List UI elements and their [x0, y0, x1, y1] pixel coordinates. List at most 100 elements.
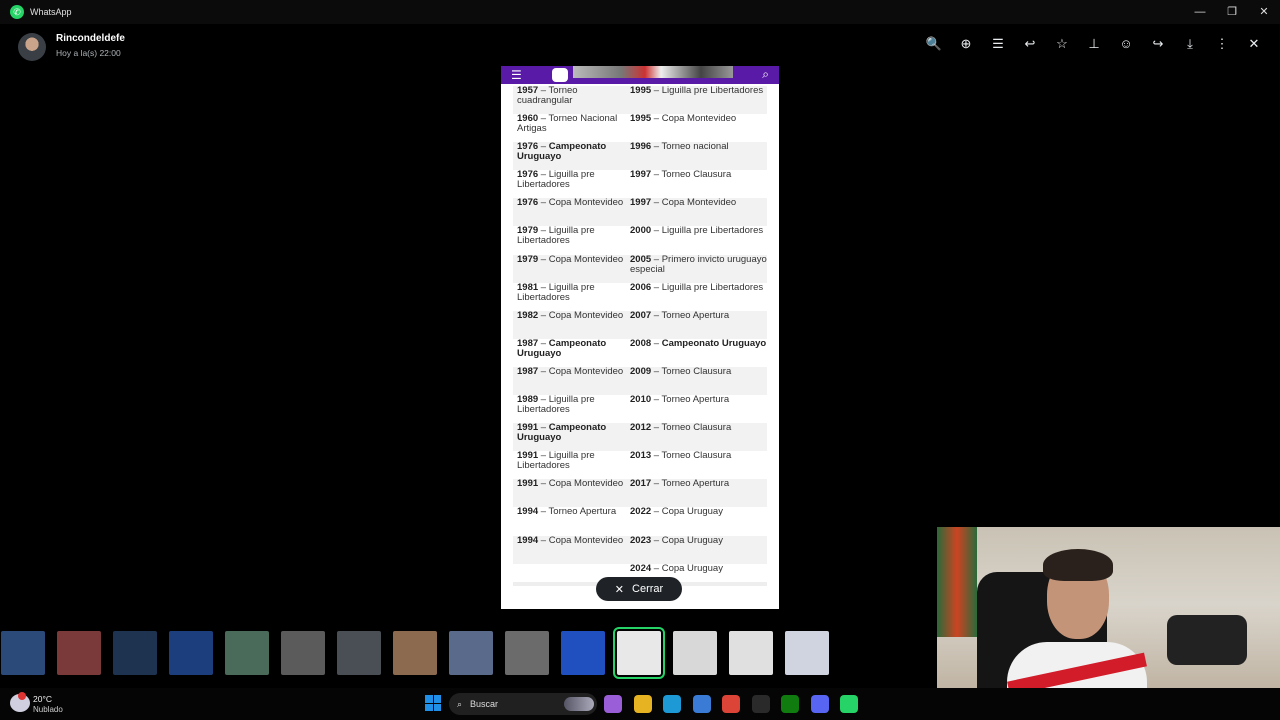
edge-icon[interactable] — [663, 695, 681, 713]
title-year: 1982 — [517, 309, 539, 321]
media-thumbnail[interactable] — [225, 631, 269, 675]
title-name: Copa Uruguay — [661, 506, 723, 518]
right-title-cell: 1995 – Copa Montevideo — [626, 114, 767, 142]
table-row: 1957 – Torneo cuadrangular 1995 – Liguill… — [513, 85, 767, 115]
zoom-in-icon[interactable]: ⊕ — [950, 36, 982, 52]
title-year: 2007 — [630, 309, 652, 321]
dash-separator: – — [538, 365, 549, 377]
title-name: Liguilla pre Libertadores — [661, 225, 764, 237]
file-explorer-icon[interactable] — [633, 695, 652, 713]
right-title-cell: 2012 – Torneo Clausura — [626, 423, 767, 451]
table-row: 1991 – Copa Montevideo 2017 – Torneo Aper… — [513, 478, 767, 508]
weather-temp[interactable]: 20°C — [33, 694, 52, 704]
weather-condition[interactable]: Nublado — [33, 705, 63, 714]
media-thumbnail[interactable] — [113, 631, 157, 675]
title-year: 2012 — [630, 422, 652, 434]
dash-separator: – — [651, 450, 662, 462]
media-thumbnail[interactable] — [393, 631, 437, 675]
table-row: 1991 – Campeonato Uruguayo 2012 – Torneo … — [513, 423, 767, 452]
table-row: 1994 – Copa Montevideo 2023 – Copa Urugua… — [513, 534, 767, 564]
media-viewer-header: Rincondeldefe Hoy a la(s) 22:00 🔍 ⊕ ☰ ↩ ☆ ⊥ ☺ ↪… — [0, 24, 1280, 68]
title-name: Copa Montevideo — [548, 365, 624, 377]
media-thumbnail[interactable] — [613, 627, 665, 679]
pin-icon[interactable]: ⊥ — [1078, 36, 1110, 52]
whatsapp-icon[interactable] — [840, 695, 858, 713]
taskbar-search[interactable]: ⌕ Buscar — [449, 693, 597, 715]
right-title-cell: 2006 – Liguilla pre Libertadores — [626, 282, 767, 311]
xbox-icon[interactable] — [781, 695, 799, 713]
left-title-cell: 1989 – Liguilla pre Libertadores — [513, 395, 626, 423]
dash-separator: – — [538, 197, 549, 209]
store-icon[interactable] — [692, 695, 711, 713]
right-title-cell: 2000 – Liguilla pre Libertadores — [626, 226, 767, 254]
media-thumbnail[interactable] — [729, 631, 773, 675]
media-thumbnail[interactable] — [561, 631, 605, 675]
table-row: 1987 – Campeonato Uruguayo 2008 – Campeon… — [513, 338, 767, 367]
dash-separator: – — [538, 534, 549, 546]
weather-alert-badge — [18, 692, 26, 700]
media-thumbnail[interactable] — [449, 631, 493, 675]
title-year: 2017 — [630, 478, 652, 490]
hamburger-menu-icon: ☰ — [511, 68, 522, 82]
dash-separator: – — [651, 113, 662, 125]
title-name: Torneo Apertura — [661, 394, 730, 406]
media-thumbnail[interactable] — [505, 631, 549, 675]
close-icon: ✕ — [614, 583, 625, 596]
dash-separator: – — [651, 422, 662, 434]
title-year: 1994 — [517, 506, 539, 518]
right-title-cell: 2010 – Torneo Apertura — [626, 395, 767, 423]
text-icon[interactable]: ☰ — [982, 36, 1014, 52]
media-thumbnail[interactable] — [785, 631, 829, 675]
title-name: Copa Montevideo — [661, 113, 737, 125]
more-icon[interactable]: ⋮ — [1206, 36, 1238, 52]
minimize-button[interactable]: — — [1184, 0, 1216, 24]
restore-button[interactable]: ❐ — [1216, 0, 1248, 24]
media-thumbnail[interactable] — [169, 631, 213, 675]
download-icon[interactable]: ⤓ — [1174, 36, 1206, 52]
title-name: Torneo Clausura — [661, 450, 732, 462]
avatar[interactable] — [18, 33, 46, 61]
discord-icon[interactable] — [810, 695, 829, 713]
title-name: Copa Montevideo — [548, 478, 624, 490]
left-title-cell: 1957 – Torneo cuadrangular — [513, 86, 626, 114]
table-row: 1994 – Torneo Apertura 2022 – Copa Urugua… — [513, 507, 767, 535]
dash-separator: – — [651, 197, 662, 209]
title-name: Torneo Clausura — [661, 169, 732, 181]
table-row: 1979 – Liguilla pre Libertadores 2000 – L… — [513, 226, 767, 254]
right-title-cell: 1996 – Torneo nacional — [626, 142, 767, 170]
dash-separator: – — [651, 534, 662, 546]
wall-flag — [937, 527, 977, 637]
sender-name: Rincondeldefe — [56, 33, 125, 44]
zoom-out-icon[interactable]: 🔍 — [918, 36, 950, 52]
right-title-cell: 2009 – Torneo Clausura — [626, 365, 767, 395]
dash-separator: – — [651, 169, 662, 181]
right-title-cell: 2023 – Copa Uruguay — [626, 534, 767, 564]
emoji-icon[interactable]: ☺ — [1110, 36, 1142, 52]
left-title-cell: 1979 – Copa Montevideo — [513, 253, 626, 283]
star-icon[interactable]: ☆ — [1046, 36, 1078, 52]
media-thumbnail[interactable] — [281, 631, 325, 675]
media-thumbnail[interactable] — [337, 631, 381, 675]
media-thumbnail[interactable] — [673, 631, 717, 675]
title-year: 2013 — [630, 450, 652, 462]
dash-separator: – — [651, 85, 662, 96]
title-year: 2000 — [630, 225, 652, 237]
title-name: Copa Montevideo — [548, 253, 624, 265]
media-thumbnail[interactable] — [57, 631, 101, 675]
dash-separator: – — [651, 365, 662, 377]
title-year: 1979 — [517, 253, 539, 265]
steam-icon[interactable] — [751, 695, 770, 713]
titles-table: 1957 – Torneo cuadrangular 1995 – Liguill… — [513, 86, 767, 592]
taskbar-search-label: Buscar — [470, 699, 499, 709]
table-row: 1981 – Liguilla pre Libertadores 2006 – L… — [513, 282, 767, 311]
close-viewer-button[interactable]: ✕ Cerrar — [596, 577, 682, 601]
reply-icon[interactable]: ↩ — [1014, 36, 1046, 52]
window-close-button[interactable]: ✕ — [1248, 0, 1280, 24]
chrome-icon[interactable] — [722, 695, 740, 713]
forward-icon[interactable]: ↪ — [1142, 36, 1174, 52]
title-year: 1995 — [630, 113, 652, 125]
media-thumbnail[interactable] — [1, 631, 45, 675]
close-icon[interactable]: ✕ — [1238, 36, 1270, 52]
copilot-icon[interactable] — [604, 695, 622, 713]
start-button[interactable] — [425, 695, 441, 711]
